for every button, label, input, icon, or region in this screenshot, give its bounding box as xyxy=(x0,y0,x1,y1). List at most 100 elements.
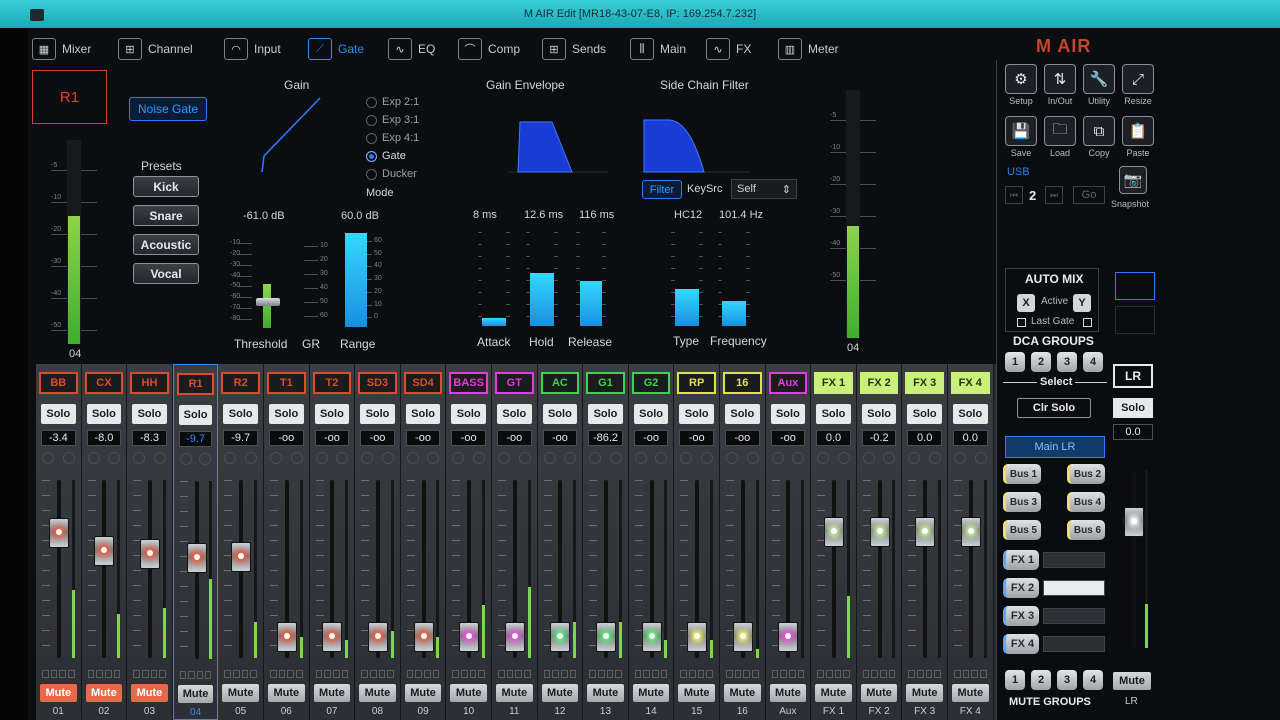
solo-button[interactable]: Solo xyxy=(633,404,669,424)
fader-cap[interactable] xyxy=(915,517,936,547)
solo-button[interactable]: Solo xyxy=(178,405,213,425)
view-preview-1[interactable] xyxy=(1115,272,1155,300)
fader-cap[interactable] xyxy=(960,517,981,547)
channel-name[interactable]: BASS xyxy=(449,372,488,394)
mute-button[interactable]: Mute xyxy=(769,684,807,702)
fader-cap[interactable] xyxy=(778,622,799,653)
fader-cap[interactable] xyxy=(641,622,662,653)
mute-button[interactable]: Mute xyxy=(952,684,989,702)
fx-1-button[interactable]: FX 1 xyxy=(1003,550,1039,570)
fx-4-button[interactable]: FX 4 xyxy=(1003,634,1039,654)
fader-cap[interactable] xyxy=(186,543,207,574)
channel-name[interactable]: G1 xyxy=(586,372,625,394)
mute-group-3-button[interactable]: 3 xyxy=(1057,670,1077,690)
nav-input[interactable]: ◠ Input xyxy=(224,36,281,62)
mute-group-1-button[interactable]: 1 xyxy=(1005,670,1025,690)
fx-3-button[interactable]: FX 3 xyxy=(1003,606,1039,626)
mute-button[interactable]: Mute xyxy=(450,684,487,702)
solo-button[interactable]: Solo xyxy=(497,404,532,424)
solo-button[interactable]: Solo xyxy=(269,404,304,424)
lr-fader-cap[interactable] xyxy=(1124,507,1144,537)
mute-button[interactable]: Mute xyxy=(496,684,533,702)
channel-name[interactable]: FX 3 xyxy=(905,372,944,394)
prev-snapshot-icon[interactable]: ⏮ xyxy=(1005,186,1023,204)
fader-cap[interactable] xyxy=(139,539,160,570)
mode-radio-exp-3-1[interactable]: Exp 3:1 xyxy=(366,114,419,126)
mute-group-4-button[interactable]: 4 xyxy=(1083,670,1103,690)
channel-name[interactable]: FX 2 xyxy=(859,372,899,394)
solo-button[interactable]: Solo xyxy=(725,404,760,424)
mute-button[interactable]: Mute xyxy=(404,684,442,702)
solo-button[interactable]: Solo xyxy=(451,404,486,424)
fader-cap[interactable] xyxy=(732,622,753,653)
bus-3-button[interactable]: Bus 3 xyxy=(1003,492,1041,512)
solo-button[interactable]: Solo xyxy=(588,404,623,424)
mute-button[interactable]: Mute xyxy=(85,684,123,702)
mute-button[interactable]: Mute xyxy=(131,684,168,702)
channel-name[interactable]: T2 xyxy=(312,372,352,394)
keysrc-select[interactable]: Self ⇕ xyxy=(731,179,797,199)
release-bar[interactable] xyxy=(580,281,602,326)
channel-name[interactable]: T1 xyxy=(267,372,306,394)
nav-comp[interactable]: ⌒ Comp xyxy=(458,36,520,62)
camera-icon[interactable]: 📷 xyxy=(1119,166,1147,194)
attack-bar[interactable] xyxy=(482,318,506,326)
mute-button[interactable]: Mute xyxy=(632,684,670,702)
noise-gate-button[interactable]: Noise Gate xyxy=(129,97,207,121)
fader-cap[interactable] xyxy=(869,517,890,547)
solo-button[interactable]: Solo xyxy=(41,404,76,424)
fader-cap[interactable] xyxy=(322,622,343,653)
channel-name[interactable]: G2 xyxy=(631,372,671,394)
dca-2-button[interactable]: 2 xyxy=(1031,352,1051,372)
solo-button[interactable]: Solo xyxy=(953,404,988,424)
channel-name[interactable]: R2 xyxy=(221,372,260,394)
dca-1-button[interactable]: 1 xyxy=(1005,352,1025,372)
fader-cap[interactable] xyxy=(48,518,69,549)
solo-button[interactable]: Solo xyxy=(816,404,851,424)
paste-icon[interactable]: 📋 xyxy=(1122,116,1154,146)
channel-name[interactable]: HH xyxy=(130,372,169,394)
channel-name[interactable]: FX 4 xyxy=(951,372,990,394)
fader-cap[interactable] xyxy=(231,542,252,573)
mute-button[interactable]: Mute xyxy=(815,684,852,702)
save-icon[interactable]: 💾 xyxy=(1005,116,1037,146)
fader-cap[interactable] xyxy=(94,536,115,567)
hold-bar[interactable] xyxy=(530,273,554,326)
mode-radio-gate[interactable]: Gate xyxy=(366,150,406,162)
go-button[interactable]: Go xyxy=(1073,186,1105,204)
nav-meter[interactable]: ▥ Meter xyxy=(778,36,839,62)
copy-icon[interactable]: ⧉ xyxy=(1083,116,1115,146)
nav-sends[interactable]: ⊞ Sends xyxy=(542,36,606,62)
channel-name[interactable]: 16 xyxy=(723,372,762,394)
channel-name[interactable]: BB xyxy=(39,372,78,394)
fader-cap[interactable] xyxy=(823,517,844,547)
fader-cap[interactable] xyxy=(550,622,571,653)
preset-snare-button[interactable]: Snare xyxy=(133,205,199,226)
resize-icon[interactable]: ⤢ xyxy=(1122,64,1154,94)
frequency-bar[interactable] xyxy=(722,301,746,326)
folder-icon[interactable]: 🗀 xyxy=(1044,116,1076,146)
channel-name[interactable]: FX 1 xyxy=(814,372,853,394)
fader-cap[interactable] xyxy=(687,622,708,653)
nav-fx[interactable]: ∿ FX xyxy=(706,36,751,62)
mute-button[interactable]: Mute xyxy=(177,685,214,703)
automix-y-button[interactable]: Y xyxy=(1073,294,1091,312)
mute-button[interactable]: Mute xyxy=(724,684,761,702)
main-lr-button[interactable]: Main LR xyxy=(1005,436,1105,458)
clear-solo-button[interactable]: Clr Solo xyxy=(1017,398,1091,418)
nav-eq[interactable]: ∿ EQ xyxy=(388,36,435,62)
channel-name[interactable]: R1 xyxy=(176,373,215,395)
mute-button[interactable]: Mute xyxy=(40,684,77,702)
mute-button[interactable]: Mute xyxy=(541,684,579,702)
channel-name[interactable]: Aux xyxy=(768,372,808,394)
fader-cap[interactable] xyxy=(595,622,616,653)
last-gate-checkbox[interactable] xyxy=(1017,318,1026,327)
lr-mute-button[interactable]: Mute xyxy=(1113,672,1151,690)
preset-vocal-button[interactable]: Vocal xyxy=(133,263,199,284)
solo-button[interactable]: Solo xyxy=(861,404,897,424)
solo-button[interactable]: Solo xyxy=(360,404,395,424)
bus-1-button[interactable]: Bus 1 xyxy=(1003,464,1041,484)
last-gate-checkbox-2[interactable] xyxy=(1083,318,1092,327)
view-preview-2[interactable] xyxy=(1115,306,1155,334)
filter-button[interactable]: Filter xyxy=(642,180,682,199)
